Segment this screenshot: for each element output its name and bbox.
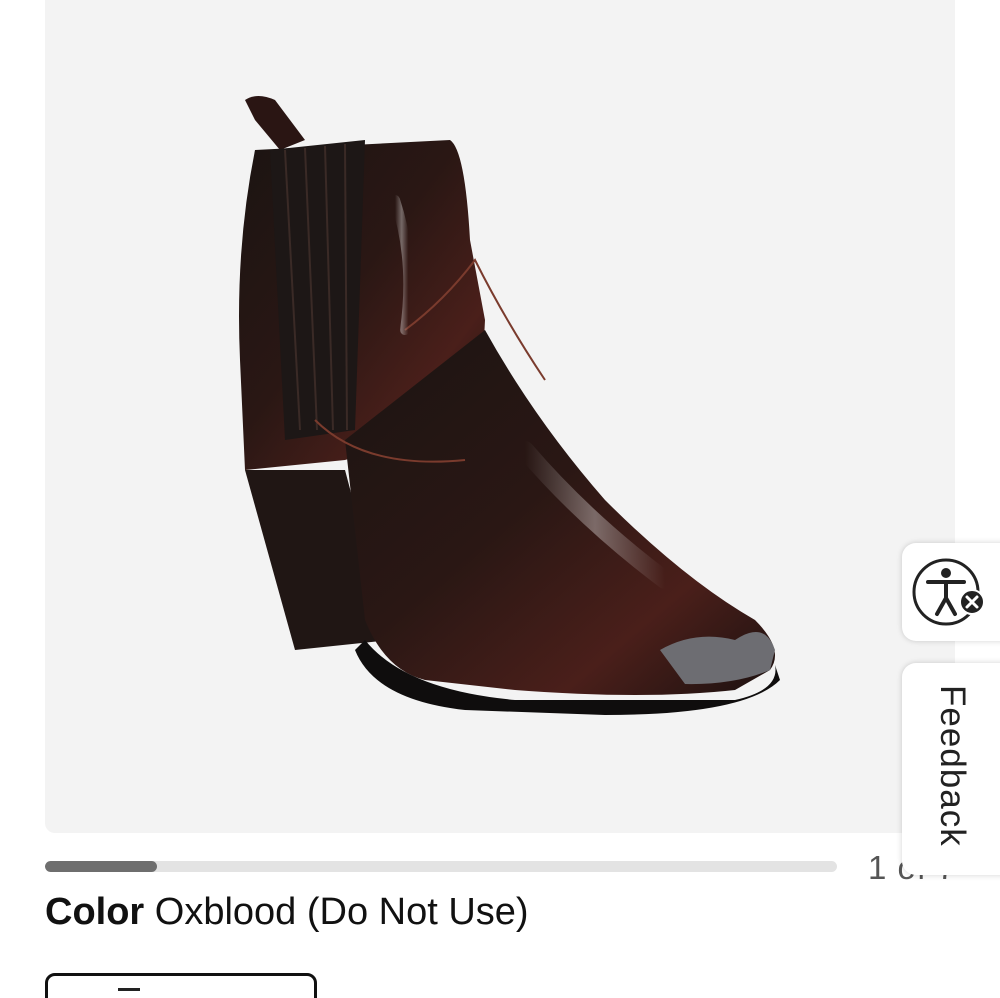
close-icon bbox=[959, 589, 985, 615]
product-image[interactable] bbox=[45, 0, 955, 833]
size-option-button[interactable] bbox=[45, 973, 317, 998]
image-progress-fill bbox=[45, 861, 158, 872]
image-progress-bar[interactable] bbox=[45, 861, 837, 872]
accessibility-icon bbox=[912, 558, 985, 626]
accessibility-button[interactable] bbox=[902, 543, 1000, 641]
product-page: 1 of 7 Color Oxblood (Do Not Use) Feedba… bbox=[0, 0, 1000, 998]
size-option-label bbox=[118, 988, 140, 998]
feedback-label: Feedback bbox=[933, 685, 972, 847]
color-value: Oxblood (Do Not Use) bbox=[154, 891, 529, 933]
color-selection: Color Oxblood (Do Not Use) bbox=[45, 888, 529, 936]
color-label: Color bbox=[45, 891, 145, 933]
feedback-tab[interactable]: Feedback bbox=[902, 663, 1000, 875]
boot-image bbox=[239, 96, 780, 715]
